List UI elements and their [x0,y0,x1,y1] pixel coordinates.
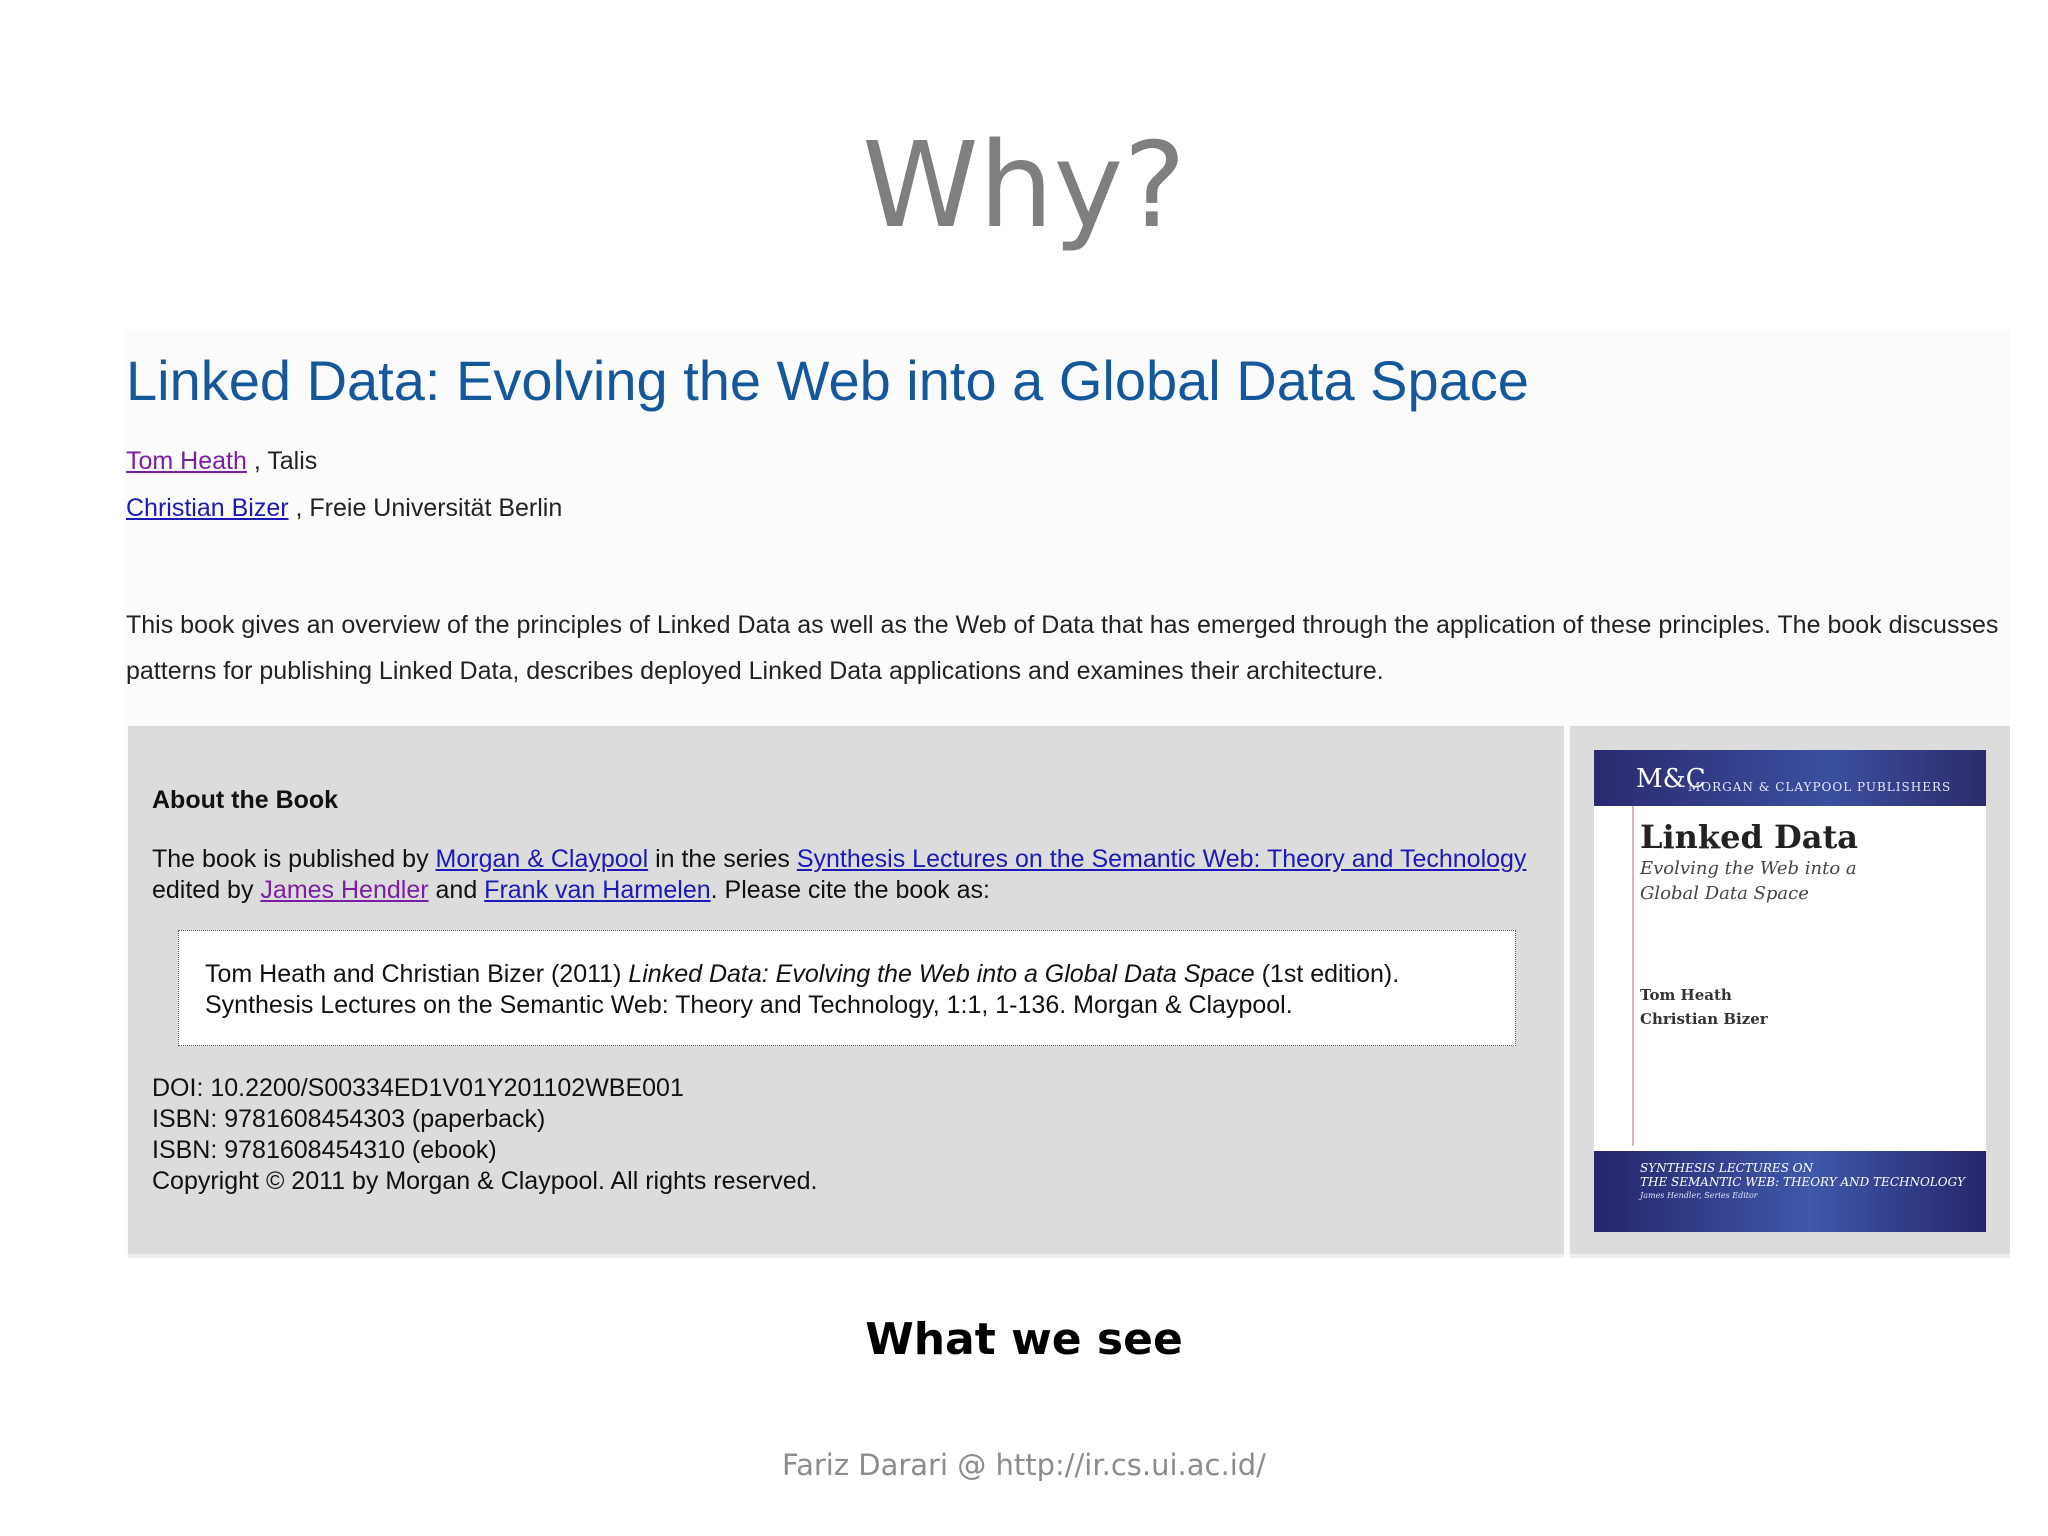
author-line-2: Christian Bizer , Freie Universität Berl… [126,494,562,523]
cover-author-1: Tom Heath [1640,986,1732,1004]
citation-line-2: Synthesis Lectures on the Semantic Web: … [205,991,1293,1019]
author-link-tom-heath[interactable]: Tom Heath [126,447,247,475]
slide-footer: Fariz Darari @ http://ir.cs.ui.ac.id/ [782,1448,1266,1482]
citation-prefix: Tom Heath and Christian Bizer (2011) [205,960,629,988]
editor-link-james-hendler[interactable]: James Hendler [260,876,428,904]
about-text: The book is published by Morgan & Claypo… [152,844,1552,906]
citation-suffix: (1st edition). [1254,960,1400,988]
cover-authors: Tom Heath Christian Bizer [1640,983,1768,1031]
about-heading: About the Book [152,786,339,814]
cover-series-band: SYNTHESIS LECTURES ON THE SEMANTIC WEB: … [1594,1151,1986,1232]
about-text-3: edited by [152,876,261,904]
slide: Why? Linked Data: Evolving the Web into … [0,0,2048,1536]
about-text-2: in the series [648,845,797,873]
cover-subtitle: Evolving the Web into a Global Data Spac… [1640,858,1857,904]
citation-title: Linked Data: Evolving the Web into a Glo… [628,960,1255,988]
author-link-christian-bizer[interactable]: Christian Bizer [126,494,289,522]
cover-panel: M&C MORGAN & CLAYPOOL PUBLISHERS Linked … [1570,726,2010,1258]
isbn-paperback: ISBN: 9781608454303 (paperback) [152,1105,546,1133]
about-panel: About the Book The book is published by … [128,726,1564,1258]
about-text-1: The book is published by [152,845,436,873]
cover-rule [1632,806,1634,1146]
cover-title: Linked Data [1640,818,1858,856]
cover-series-line-1: SYNTHESIS LECTURES ON [1640,1161,1814,1175]
webpage-screenshot: Linked Data: Evolving the Web into a Glo… [124,330,2010,1258]
cover-publisher: MORGAN & CLAYPOOL PUBLISHERS [1688,780,1952,794]
citation-box: Tom Heath and Christian Bizer (2011) Lin… [178,930,1516,1046]
about-text-5: . Please cite the book as: [710,876,990,904]
editor-link-frank-van-harmelen[interactable]: Frank van Harmelen [484,876,710,904]
cover-series-line-2: THE SEMANTIC WEB: THEORY AND TECHNOLOGY [1640,1175,1965,1189]
book-title: Linked Data: Evolving the Web into a Glo… [126,349,1529,412]
about-text-4: and [428,876,485,904]
publisher-link[interactable]: Morgan & Claypool [436,845,649,873]
author-affiliation-1: , Talis [246,447,318,475]
cover-author-2: Christian Bizer [1640,1010,1768,1028]
series-link[interactable]: Synthesis Lectures on the Semantic Web: … [797,845,1527,873]
cover-header-band: M&C MORGAN & CLAYPOOL PUBLISHERS [1594,750,1986,806]
book-summary: This book gives an overview of the princ… [126,611,1999,685]
copyright: Copyright © 2011 by Morgan & Claypool. A… [152,1167,818,1195]
doi: DOI: 10.2200/S00334ED1V01Y201102WBE001 [152,1074,684,1102]
isbn-ebook: ISBN: 9781608454310 (ebook) [152,1136,497,1164]
author-line-1: Tom Heath , Talis [126,447,317,476]
citation-line-1: Tom Heath and Christian Bizer (2011) Lin… [205,959,1515,990]
cover-series-editor: James Hendler, Series Editor [1640,1191,1758,1200]
author-affiliation-2: , Freie Universität Berlin [288,494,563,522]
book-meta: DOI: 10.2200/S00334ED1V01Y201102WBE001 I… [152,1073,818,1197]
book-cover-image: M&C MORGAN & CLAYPOOL PUBLISHERS Linked … [1594,750,1986,1232]
slide-title: Why? [862,116,1186,254]
slide-caption: What we see [865,1314,1183,1365]
